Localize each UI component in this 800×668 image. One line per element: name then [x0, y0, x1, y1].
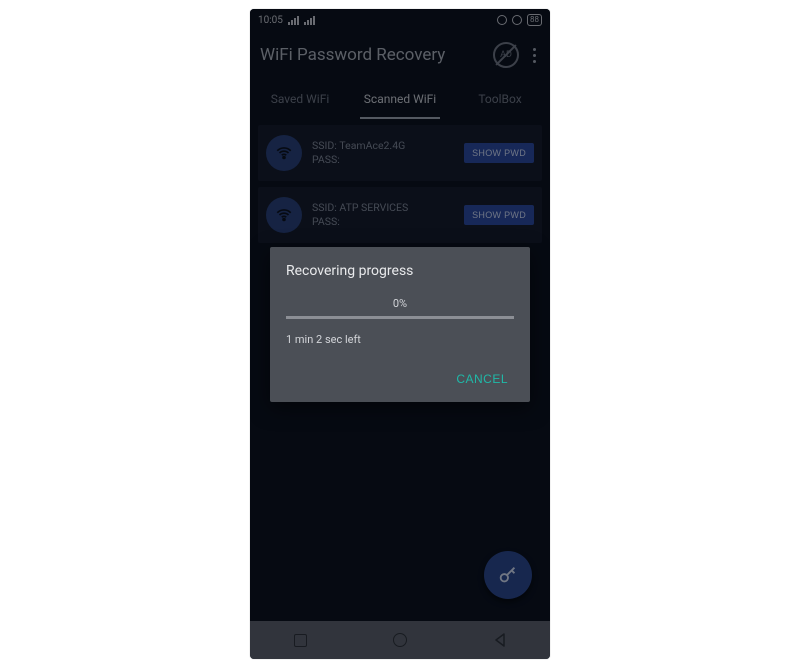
progress-percent: 0%	[286, 297, 514, 310]
time-remaining: 1 min 2 sec left	[286, 333, 514, 346]
dialog-title: Recovering progress	[286, 263, 514, 279]
cancel-button[interactable]: CANCEL	[450, 364, 514, 394]
phone-frame: 10:05 88 WiFi Password Recovery AD Saved…	[250, 9, 550, 659]
progress-bar	[286, 316, 514, 319]
recovering-dialog: Recovering progress 0% 1 min 2 sec left …	[270, 247, 530, 402]
